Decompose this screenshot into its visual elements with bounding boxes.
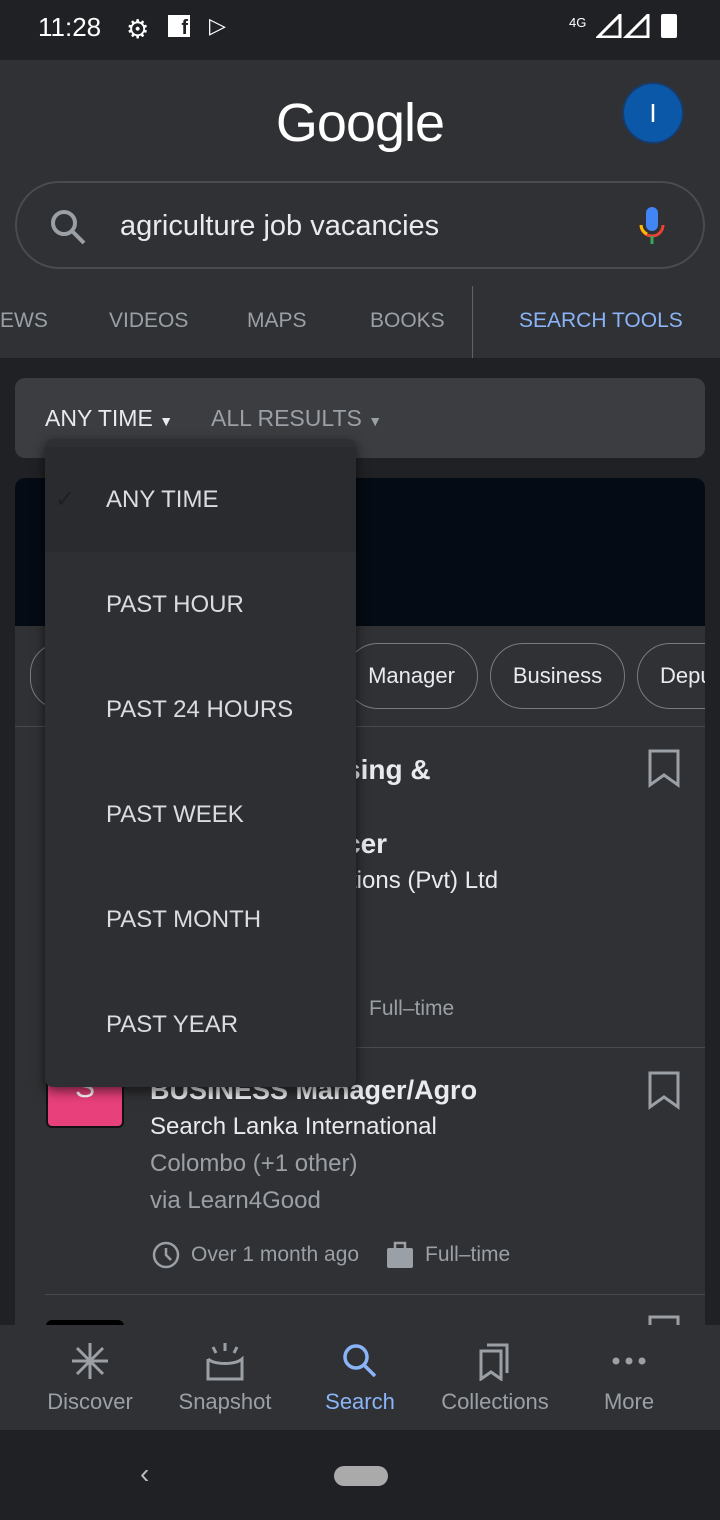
job-type: Full–time	[425, 1243, 511, 1266]
bottom-navigation: Discover Snapshot Search Collections Mor…	[0, 1325, 720, 1430]
filter-chip-deputy[interactable]: Depu	[637, 643, 705, 709]
nav-label: Collections	[441, 1389, 549, 1414]
search-icon	[51, 210, 86, 245]
nav-search[interactable]: Search	[288, 1325, 432, 1430]
settings-icon: ⚙	[126, 14, 150, 44]
job-title: l	[345, 788, 431, 825]
clock-icon	[152, 1241, 180, 1269]
job-company: Search Lanka International	[150, 1113, 437, 1140]
asterisk-icon	[72, 1343, 108, 1379]
divider	[45, 1294, 705, 1295]
nav-discover[interactable]: Discover	[18, 1325, 162, 1430]
system-navigation-bar: ‹	[0, 1430, 720, 1520]
nav-label: Search	[325, 1389, 395, 1414]
nav-label: More	[603, 1389, 655, 1414]
time-filter-label: ANY TIME	[45, 405, 153, 431]
job-type: Full–time	[369, 997, 455, 1020]
google-logo: Google	[275, 93, 445, 153]
job-title: cer	[345, 828, 388, 859]
snapshot-icon	[206, 1343, 244, 1381]
menu-item-label: ANY TIME	[106, 485, 219, 513]
menu-item-past-week[interactable]: PAST WEEK	[45, 762, 356, 867]
avatar[interactable]: I	[622, 82, 684, 144]
microphone-icon[interactable]	[636, 205, 668, 249]
menu-item-any-time[interactable]: ✓ ANY TIME	[45, 447, 356, 552]
filter-chip-business[interactable]: Business	[490, 643, 625, 709]
filter-chip-manager[interactable]: Manager	[345, 643, 478, 709]
signal-icon	[596, 14, 650, 38]
menu-item-past-24-hours[interactable]: PAST 24 HOURS	[45, 657, 356, 762]
nav-label: Discover	[47, 1389, 133, 1414]
bookmark-icon[interactable]	[647, 748, 681, 788]
collections-icon	[479, 1343, 509, 1381]
job-location: Colombo (+1 other)	[150, 1150, 358, 1177]
menu-item-label: PAST WEEK	[106, 800, 244, 828]
home-button[interactable]	[334, 1466, 388, 1486]
briefcase-icon	[387, 1241, 413, 1268]
search-icon	[343, 1344, 377, 1378]
menu-item-label: PAST HOUR	[106, 590, 244, 618]
back-button[interactable]: ‹	[140, 1458, 149, 1490]
dropdown-arrow-icon: ▼	[368, 413, 383, 429]
checkmark-icon: ✓	[55, 486, 76, 513]
facebook-icon: f	[168, 15, 190, 39]
nav-label: Snapshot	[178, 1389, 272, 1414]
results-filter-label: ALL RESULTS	[211, 405, 362, 431]
nav-collections[interactable]: Collections	[423, 1325, 567, 1430]
menu-item-past-month[interactable]: PAST MONTH	[45, 867, 356, 972]
play-store-icon: ▷	[209, 13, 226, 38]
results-filter-dropdown[interactable]: ALL RESULTS ▼	[211, 405, 382, 432]
menu-item-past-year[interactable]: PAST YEAR	[45, 972, 356, 1077]
nav-more[interactable]: More	[557, 1325, 701, 1430]
job-posted: Over 1 month ago	[191, 1243, 360, 1266]
tab-maps[interactable]: MAPS	[247, 309, 307, 333]
dropdown-arrow-icon: ▼	[159, 413, 174, 429]
tab-news[interactable]: EWS	[0, 309, 48, 333]
tab-divider	[472, 286, 473, 358]
menu-item-label: PAST 24 HOURS	[106, 695, 294, 723]
menu-item-past-hour[interactable]: PAST HOUR	[45, 552, 356, 657]
search-query[interactable]: agriculture job vacancies	[120, 210, 439, 243]
job-title: sing &	[345, 754, 431, 785]
clock: 11:28	[38, 12, 102, 42]
bookmark-icon[interactable]	[647, 1070, 681, 1110]
battery-icon	[661, 14, 677, 38]
time-filter-dropdown[interactable]: ANY TIME ▼	[45, 405, 173, 432]
tab-books[interactable]: BOOKS	[370, 309, 445, 333]
nav-snapshot[interactable]: Snapshot	[153, 1325, 297, 1430]
menu-item-label: PAST MONTH	[106, 905, 262, 933]
menu-item-label: PAST YEAR	[106, 1010, 239, 1038]
time-filter-menu: ✓ ANY TIME PAST HOUR PAST 24 HOURS PAST W…	[45, 439, 356, 1087]
network-type: 4G	[569, 15, 587, 30]
status-bar: 11:28 ⚙ f ▷ 4G	[0, 0, 720, 60]
tab-search-tools[interactable]: SEARCH TOOLS	[519, 309, 683, 333]
job-source: via Learn4Good	[150, 1187, 321, 1214]
job-company: tions (Pvt) Ltd	[350, 867, 499, 894]
tab-videos[interactable]: VIDEOS	[109, 309, 188, 333]
more-icon	[612, 1357, 646, 1365]
